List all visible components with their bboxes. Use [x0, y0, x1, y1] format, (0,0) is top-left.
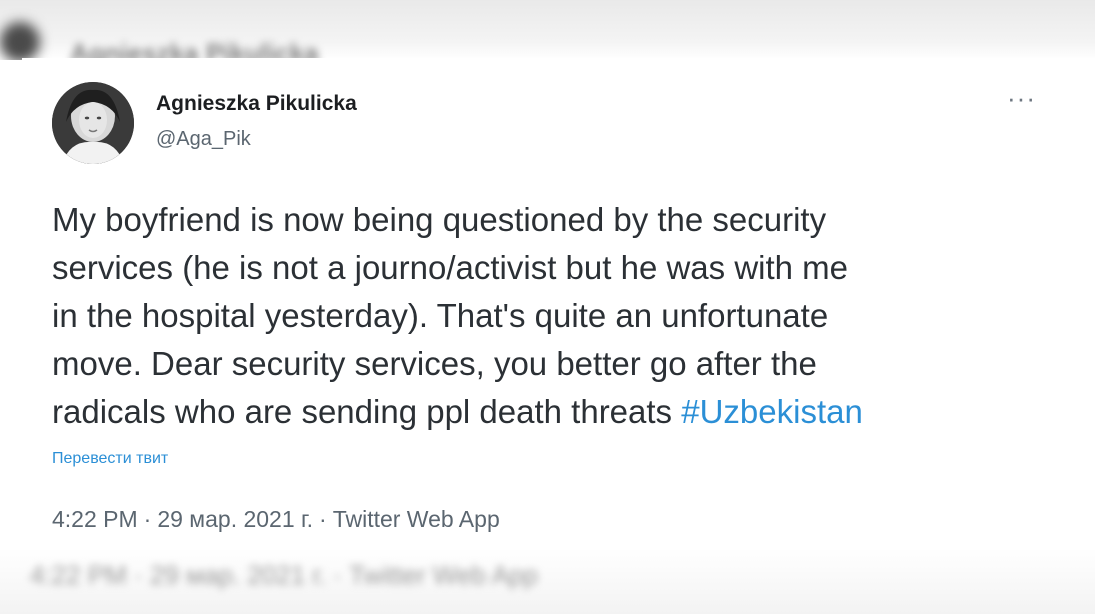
hashtag-link[interactable]: #Uzbekistan [681, 393, 863, 430]
author-display-name[interactable]: Agnieszka Pikulicka [156, 92, 357, 116]
more-options-icon[interactable]: ··· [1007, 85, 1037, 111]
profile-photo-icon[interactable] [52, 82, 134, 164]
blurred-avatar [0, 22, 40, 60]
meta-separator: · [143, 506, 152, 532]
author-handle[interactable]: @Aga_Pik [156, 128, 251, 151]
meta-separator: · [319, 506, 327, 532]
tweet-meta: 4:22 PM · 29 мар. 2021 г. · Twitter Web App [52, 506, 500, 533]
tweet-source[interactable]: Twitter Web App [333, 506, 500, 532]
tweet-time[interactable]: 4:22 PM [52, 506, 138, 532]
tweet-date[interactable]: 29 мар. 2021 г. [157, 506, 313, 532]
blurred-name: Agnieszka Pikulicka [70, 38, 319, 60]
blurred-meta: 4:22 PM · 29 мар. 2021 г. · Twitter Web … [30, 560, 538, 590]
tweet-card: Agnieszka Pikulicka @Aga_Pik ··· My boyf… [22, 58, 1095, 548]
blurred-background-top: Agnieszka Pikulicka [0, 0, 1095, 60]
tweet-text: My boyfriend is now being questioned by … [52, 196, 1062, 436]
translate-tweet-link[interactable]: Перевести твит [52, 450, 168, 468]
blurred-background-bottom: 4:22 PM · 29 мар. 2021 г. · Twitter Web … [0, 548, 1095, 614]
